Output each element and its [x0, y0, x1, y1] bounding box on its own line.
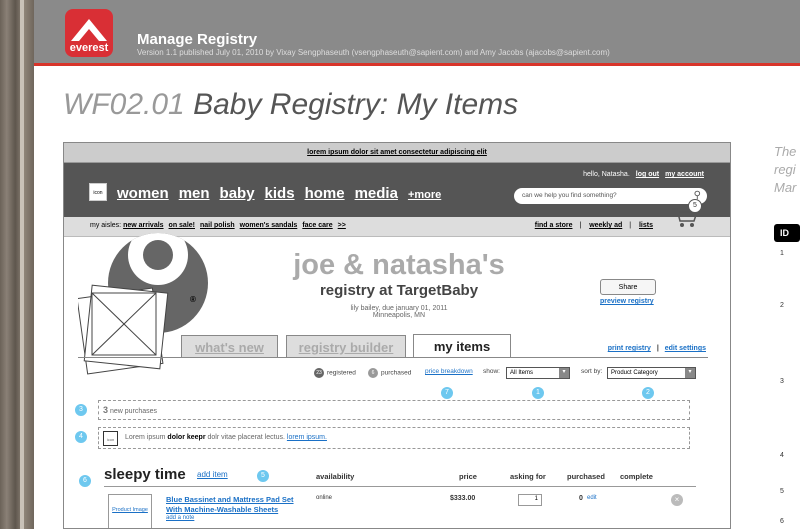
product-image[interactable]: Product Image: [108, 494, 152, 528]
annotation-badge: 2: [641, 386, 655, 400]
side-note-2: regi: [774, 162, 796, 177]
show-select[interactable]: All Items ▾: [506, 367, 570, 379]
col-purchased: purchased: [567, 472, 605, 481]
category-nav: women men baby kids home media +more: [117, 185, 451, 203]
product-name-link[interactable]: Blue Bassinet and Mattress Pad Set With M…: [166, 495, 294, 515]
col-availability: availability: [316, 472, 355, 481]
product-price: $333.00: [450, 495, 476, 502]
location: Minneapolis, MN: [372, 312, 426, 319]
nav-home[interactable]: home: [305, 185, 345, 202]
logout-link[interactable]: log out: [636, 171, 659, 178]
registered-count: 23 registered: [314, 368, 356, 378]
cart-count-badge: 5: [688, 199, 702, 213]
promo-banner[interactable]: lorem ipsum dolor sit amet consectetur a…: [64, 143, 730, 163]
aisle-face-care[interactable]: face care: [302, 222, 332, 229]
wood-background: [0, 0, 34, 529]
chevron-down-icon: ▾: [685, 368, 695, 378]
logo-icon[interactable]: icon: [89, 183, 107, 201]
tab-whats-new[interactable]: what's new: [181, 335, 278, 357]
nav-kids[interactable]: kids: [265, 185, 295, 202]
registry-names: joe & natasha's: [293, 249, 505, 281]
sort-select[interactable]: Product Category ▾: [607, 367, 696, 379]
aisle-new-arrivals[interactable]: new arrivals: [123, 222, 163, 229]
chevron-down-icon: ▾: [559, 368, 569, 378]
aisle-womens-sandals[interactable]: women's sandals: [240, 222, 298, 229]
remove-item-icon[interactable]: ×: [671, 494, 683, 506]
row-number: 6: [780, 518, 784, 525]
side-note-3: Mar: [774, 180, 797, 195]
find-store-link[interactable]: find a store: [535, 222, 573, 229]
doc-title: Manage Registry: [137, 31, 258, 48]
row-number: 5: [780, 488, 784, 495]
aisle-nail-polish[interactable]: nail polish: [200, 222, 235, 229]
tab-registry-builder[interactable]: registry builder: [286, 335, 406, 357]
doc-subtitle: Version 1.1 published July 01, 2010 by V…: [137, 48, 610, 57]
purchased-count: 6 purchased: [368, 368, 411, 378]
row-number: 1: [780, 250, 784, 257]
registry-actions: print registry | edit settings: [607, 345, 706, 352]
annotation-badge: 6: [78, 474, 92, 488]
new-purchases-bar[interactable]: 3 new purchases: [98, 400, 690, 420]
my-items-panel: 23 registered 6 purchased price breakdown …: [74, 357, 708, 528]
annotation-badge: 7: [440, 386, 454, 400]
top-nav: hello, Natasha. log out my account icon wo…: [64, 163, 730, 217]
aisle-more[interactable]: >>: [338, 222, 346, 229]
nav-women[interactable]: women: [117, 185, 169, 202]
my-account-link[interactable]: my account: [665, 171, 704, 178]
preview-registry-link[interactable]: preview registry: [600, 298, 654, 305]
share-button[interactable]: Share: [600, 279, 656, 295]
add-note-link[interactable]: add a note: [166, 515, 194, 521]
product-purchased: 0: [579, 495, 583, 502]
registry-heading: joe & natasha's registry at TargetBaby l…: [264, 249, 534, 319]
row-number: 4: [780, 452, 784, 459]
print-registry-link[interactable]: print registry: [608, 345, 651, 352]
side-note-1: The: [774, 144, 797, 159]
nav-media[interactable]: media: [355, 185, 398, 202]
col-complete: complete: [620, 472, 653, 481]
nav-more[interactable]: +more: [408, 189, 441, 201]
id-column-header: ID: [774, 224, 800, 242]
asking-for-input[interactable]: 1: [518, 494, 542, 506]
registered-mark: ®: [190, 295, 196, 304]
annotation-badge: 3: [74, 403, 88, 417]
row-number: 2: [780, 302, 784, 309]
show-label: show:: [483, 368, 500, 375]
notice-icon: icon: [103, 431, 118, 446]
edit-purchased-link[interactable]: edit: [587, 495, 597, 501]
nav-baby[interactable]: baby: [220, 185, 255, 202]
section-title: sleepy time: [104, 466, 186, 483]
annotation-badge: 1: [531, 386, 545, 400]
cart-icon[interactable]: 5: [670, 199, 702, 231]
registry-subtitle: registry at TargetBaby: [319, 282, 479, 299]
col-price: price: [459, 472, 477, 481]
edit-settings-link[interactable]: edit settings: [665, 345, 706, 352]
add-item-link[interactable]: add item: [197, 470, 228, 479]
lists-link[interactable]: lists: [639, 222, 653, 229]
search-input[interactable]: can we help you find something? ⚲: [514, 188, 707, 204]
nav-men[interactable]: men: [179, 185, 210, 202]
price-breakdown-link[interactable]: price breakdown: [425, 368, 473, 375]
notice-link[interactable]: lorem ipsum.: [287, 434, 327, 441]
doc-header: everest Manage Registry Version 1.1 publ…: [34, 0, 800, 66]
aisle-on-sale[interactable]: on sale!: [169, 222, 195, 229]
col-asking-for: asking for: [510, 472, 546, 481]
row-number: 3: [780, 378, 784, 385]
account-links: hello, Natasha. log out my account: [583, 171, 704, 178]
everest-logo: everest: [65, 9, 113, 57]
tab-my-items[interactable]: my items: [413, 334, 511, 358]
page-title: WF02.01 Baby Registry: My Items: [63, 88, 519, 121]
notice-bar: icon Lorem ipsum dolor keepr dolr vitae …: [98, 427, 690, 449]
weekly-ad-link[interactable]: weekly ad: [589, 222, 622, 229]
annotation-badge: 5: [256, 469, 270, 483]
wireframe: lorem ipsum dolor sit amet consectetur a…: [63, 142, 731, 529]
product-availability: online: [316, 495, 333, 501]
annotation-badge: 4: [74, 430, 88, 444]
sort-label: sort by:: [581, 368, 603, 375]
due-date: lily bailey, due january 01, 2011: [350, 305, 448, 312]
